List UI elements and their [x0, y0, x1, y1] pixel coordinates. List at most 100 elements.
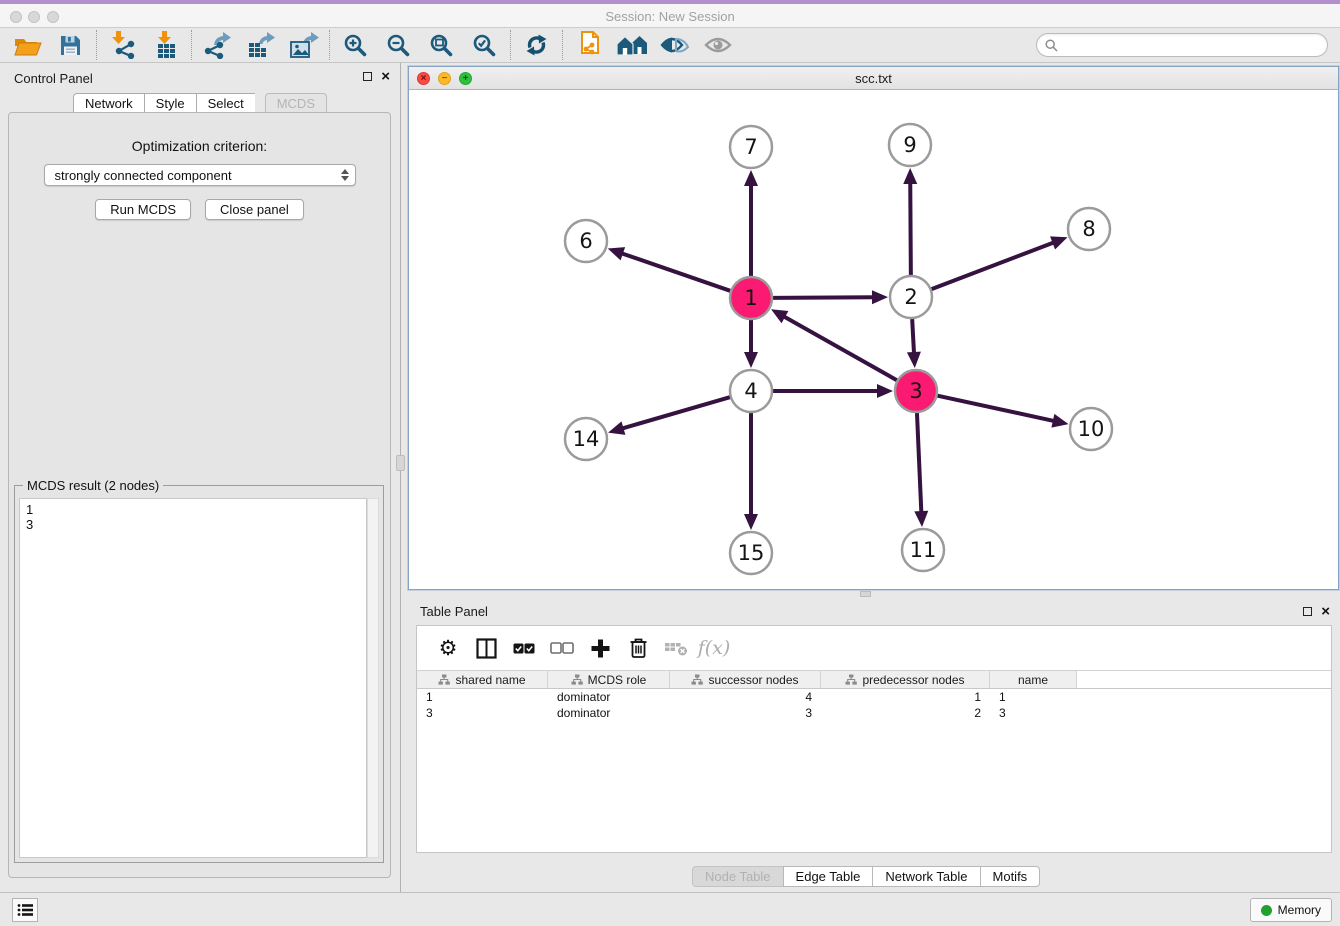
cell-shared-name[interactable]: 1 [417, 689, 548, 705]
node-label: 6 [579, 229, 592, 253]
cell-mcds-role[interactable]: dominator [548, 689, 670, 705]
toggle-graphics-details-button[interactable] [696, 29, 739, 61]
node-label: 1 [744, 286, 757, 310]
mcds-result-text[interactable]: 1 3 [19, 498, 367, 858]
tab-mcds[interactable]: MCDS [265, 93, 327, 113]
split-columns-button[interactable] [467, 633, 505, 663]
tab-select[interactable]: Select [196, 93, 255, 113]
column-header-shared-name[interactable]: shared name [417, 671, 548, 688]
add-column-button[interactable] [581, 633, 619, 663]
node-label: 14 [573, 427, 600, 451]
show-annotations-button[interactable] [653, 29, 696, 61]
float-panel-icon[interactable] [363, 72, 372, 81]
node-label: 3 [909, 379, 922, 403]
export-table-button[interactable] [239, 29, 282, 61]
optimization-criterion-select[interactable]: strongly connected component [44, 164, 356, 186]
zoom-fit-button[interactable] [420, 29, 463, 61]
cell-mcds-role[interactable]: dominator [548, 705, 670, 721]
table-panel-title: Table Panel [420, 604, 488, 619]
node-8[interactable]: 8 [1068, 208, 1110, 250]
network-graph[interactable]: 7 9 6 8 1 2 4 3 14 10 15 11 [409, 90, 1338, 589]
edge-3-1[interactable] [783, 316, 897, 380]
close-table-panel-icon[interactable]: × [1321, 607, 1330, 616]
network-canvas[interactable]: 7 9 6 8 1 2 4 3 14 10 15 11 [409, 90, 1338, 589]
open-folder-icon [14, 34, 42, 57]
edge-1-6[interactable] [621, 253, 730, 291]
float-table-panel-icon[interactable] [1303, 607, 1312, 616]
node-10[interactable]: 10 [1070, 408, 1112, 450]
search-box[interactable] [1036, 33, 1328, 57]
edge-3-11[interactable] [917, 413, 921, 513]
toolbar-separator [329, 30, 330, 60]
node-11[interactable]: 11 [902, 529, 944, 571]
panel-splitter-handle[interactable] [396, 455, 405, 471]
cell-successor-nodes[interactable]: 4 [670, 689, 821, 705]
cell-name[interactable]: 3 [990, 705, 1077, 721]
zoom-selected-icon [472, 33, 497, 58]
table-settings-button[interactable]: ⚙ [429, 633, 467, 663]
refresh-layout-button[interactable] [515, 29, 558, 61]
column-header-mcds-role[interactable]: MCDS role [548, 671, 670, 688]
edge-1-2[interactable] [773, 297, 874, 298]
cell-predecessor-nodes[interactable]: 2 [821, 705, 990, 721]
edge-2-3[interactable] [912, 319, 914, 354]
tab-style[interactable]: Style [144, 93, 196, 113]
node-6[interactable]: 6 [565, 220, 607, 262]
edge-4-14[interactable] [622, 397, 730, 429]
export-image-button[interactable] [282, 29, 325, 61]
task-history-button[interactable] [12, 898, 38, 922]
edge-3-10[interactable] [937, 396, 1054, 421]
tab-edge-table[interactable]: Edge Table [783, 866, 873, 887]
open-session-button[interactable] [6, 29, 49, 61]
toolbar-separator [562, 30, 563, 60]
node-14[interactable]: 14 [565, 418, 607, 460]
cell-shared-name[interactable]: 3 [417, 705, 548, 721]
node-9[interactable]: 9 [889, 124, 931, 166]
column-header-name[interactable]: name [990, 671, 1077, 688]
close-panel-button[interactable]: Close panel [205, 199, 304, 220]
result-scrollbar[interactable] [367, 498, 379, 858]
node-7[interactable]: 7 [730, 126, 772, 168]
memory-button[interactable]: Memory [1250, 898, 1332, 922]
export-network-button[interactable] [196, 29, 239, 61]
import-network-button[interactable] [101, 29, 144, 61]
edge-2-9[interactable] [910, 182, 911, 275]
search-icon [1045, 39, 1058, 52]
select-all-button[interactable] [505, 633, 543, 663]
table-row[interactable]: 3dominator323 [417, 705, 1331, 721]
node-4[interactable]: 4 [730, 370, 772, 412]
node-1[interactable]: 1 [730, 277, 772, 319]
control-panel-tabs: NetworkStyleSelect MCDS [0, 93, 400, 113]
home-view-button[interactable] [610, 29, 653, 61]
network-window-titlebar[interactable]: × − + scc.txt [409, 67, 1338, 90]
zoom-selected-button[interactable] [463, 29, 506, 61]
zoom-out-button[interactable] [377, 29, 420, 61]
delete-table-button-disabled [657, 633, 695, 663]
node-label: 7 [744, 135, 757, 159]
cell-predecessor-nodes[interactable]: 1 [821, 689, 990, 705]
column-header-successor-nodes[interactable]: successor nodes [670, 671, 821, 688]
fx-icon: f(x) [698, 637, 731, 659]
column-header-predecessor-nodes[interactable]: predecessor nodes [821, 671, 990, 688]
tab-network-table[interactable]: Network Table [872, 866, 979, 887]
cell-name[interactable]: 1 [990, 689, 1077, 705]
node-2[interactable]: 2 [890, 276, 932, 318]
deselect-all-button[interactable] [543, 633, 581, 663]
clone-network-button[interactable] [567, 29, 610, 61]
table-splitter-handle[interactable] [860, 591, 871, 597]
node-3[interactable]: 3 [895, 370, 937, 412]
tab-node-table[interactable]: Node Table [692, 866, 783, 887]
tab-network[interactable]: Network [73, 93, 144, 113]
table-row[interactable]: 1dominator411 [417, 689, 1331, 705]
close-panel-icon[interactable]: × [381, 72, 390, 81]
node-15[interactable]: 15 [730, 532, 772, 574]
zoom-in-button[interactable] [334, 29, 377, 61]
edge-2-8[interactable] [932, 242, 1055, 289]
search-input[interactable] [1063, 38, 1319, 52]
import-table-button[interactable] [144, 29, 187, 61]
save-session-button[interactable] [49, 29, 92, 61]
tab-motifs[interactable]: Motifs [980, 866, 1041, 887]
run-mcds-button[interactable]: Run MCDS [95, 199, 191, 220]
cell-successor-nodes[interactable]: 3 [670, 705, 821, 721]
delete-column-button[interactable] [619, 633, 657, 663]
